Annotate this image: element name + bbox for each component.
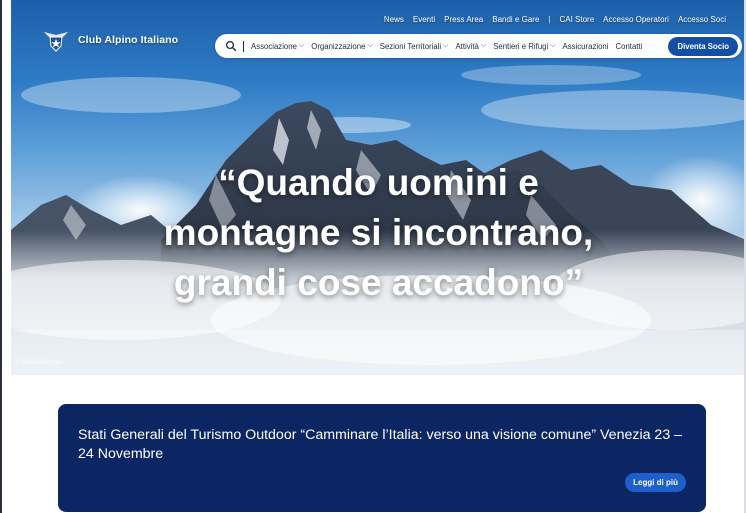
chevron-down-icon: ⌵	[550, 42, 556, 49]
hero-quote-line: grandi cose accadono”	[173, 262, 584, 303]
nav-item-label: Sentieri e Rifugi	[493, 41, 549, 51]
nav-item-attivita[interactable]: Attività ⌵	[455, 42, 486, 51]
nav-item-label: Contatti	[615, 41, 643, 51]
top-link-eventi[interactable]: Eventi	[413, 15, 435, 24]
nav-item-associazione[interactable]: Associazione ⌵	[251, 42, 304, 51]
diventa-socio-button[interactable]: Diventa Socio	[668, 36, 738, 56]
chevron-down-icon: ⌵	[298, 42, 305, 49]
page: Club Alpino Italiano News Eventi Press A…	[0, 0, 746, 513]
nav-item-contatti[interactable]: Contatti	[615, 42, 642, 51]
nav-item-label: Associazione	[251, 41, 297, 51]
nav-item-label: Attività	[455, 41, 479, 51]
nav-item-assicurazioni[interactable]: Assicurazioni	[563, 42, 609, 51]
cai-star-eagle-logo-icon	[44, 32, 68, 52]
window-left-edge	[0, 0, 2, 513]
hero-banner: Club Alpino Italiano News Eventi Press A…	[11, 0, 746, 375]
chevron-down-icon: ⌵	[367, 42, 373, 49]
news-card-title: Stati Generali del Turismo Outdoor “Camm…	[78, 427, 683, 462]
top-links: News Eventi Press Area Bandi e Gare | CA…	[384, 15, 726, 24]
nav-item-sezioni-territoriali[interactable]: Sezioni Territoriali ⌵	[380, 42, 449, 51]
top-links-separator: |	[548, 15, 551, 24]
top-link-press-area[interactable]: Press Area	[444, 15, 483, 24]
search-icon[interactable]	[225, 40, 237, 52]
site-logo[interactable]: Club Alpino Italiano	[42, 26, 178, 54]
nav-divider	[243, 40, 244, 52]
top-link-bandi-e-gare[interactable]: Bandi e Gare	[492, 15, 539, 24]
news-card: Stati Generali del Turismo Outdoor “Camm…	[58, 404, 706, 512]
site-name: Club Alpino Italiano	[78, 34, 179, 46]
chevron-down-icon: ⌵	[480, 42, 487, 49]
top-link-cai-store[interactable]: CAI Store	[559, 15, 594, 24]
top-link-accesso-operatori[interactable]: Accesso Operatori	[603, 15, 669, 24]
main-navigation: Associazione ⌵ Organizzazione ⌵ Sezioni Te…	[215, 34, 742, 58]
nav-item-label: Assicurazioni	[562, 41, 609, 51]
nav-item-sentieri-e-rifugi[interactable]: Sentieri e Rifugi ⌵	[493, 42, 555, 51]
nav-item-organizzazione[interactable]: Organizzazione ⌵	[311, 42, 373, 51]
hero-quote-line: “Quando uomini e	[218, 162, 539, 203]
photo-credit: © Silvia Mazzani	[15, 359, 64, 366]
top-link-accesso-soci[interactable]: Accesso Soci	[678, 15, 726, 24]
hero-quote: “Quando uomini e montagne si incontrano,…	[11, 158, 746, 308]
read-more-button[interactable]: Leggi di più	[625, 473, 686, 492]
hero-quote-line: montagne si incontrano,	[163, 212, 594, 253]
nav-item-label: Sezioni Territoriali	[379, 41, 442, 51]
chevron-down-icon: ⌵	[443, 42, 449, 49]
top-link-news[interactable]: News	[384, 15, 404, 24]
nav-item-label: Organizzazione	[311, 41, 366, 51]
